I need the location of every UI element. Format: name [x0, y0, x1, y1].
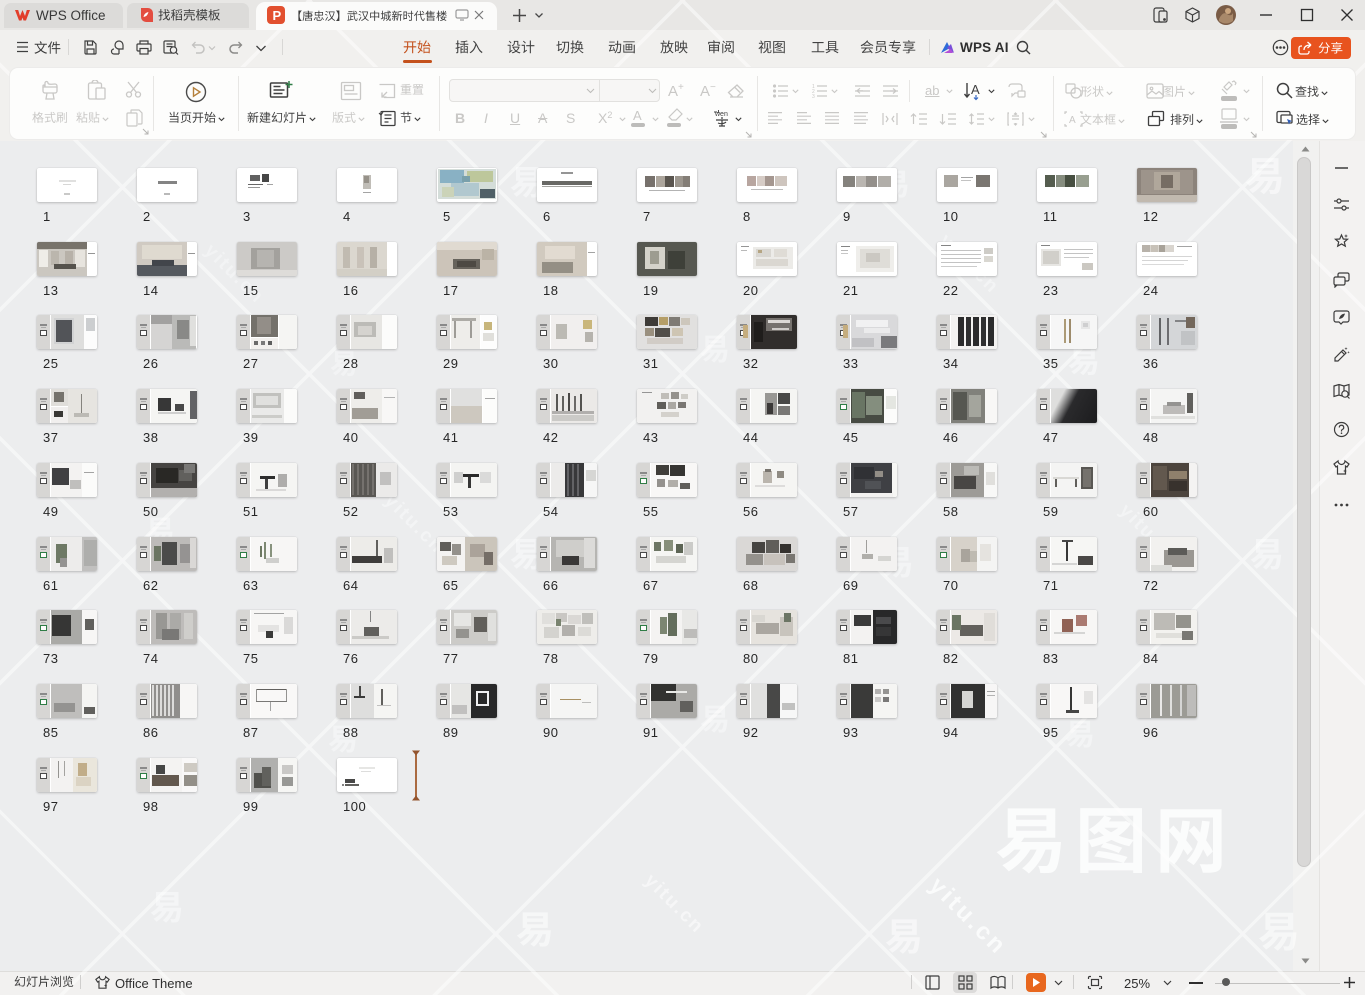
svg-text:wen: wen [714, 111, 728, 118]
svg-text:A: A [1069, 115, 1076, 126]
svg-text:A: A [971, 82, 980, 97]
svg-text:3: 3 [812, 94, 815, 98]
